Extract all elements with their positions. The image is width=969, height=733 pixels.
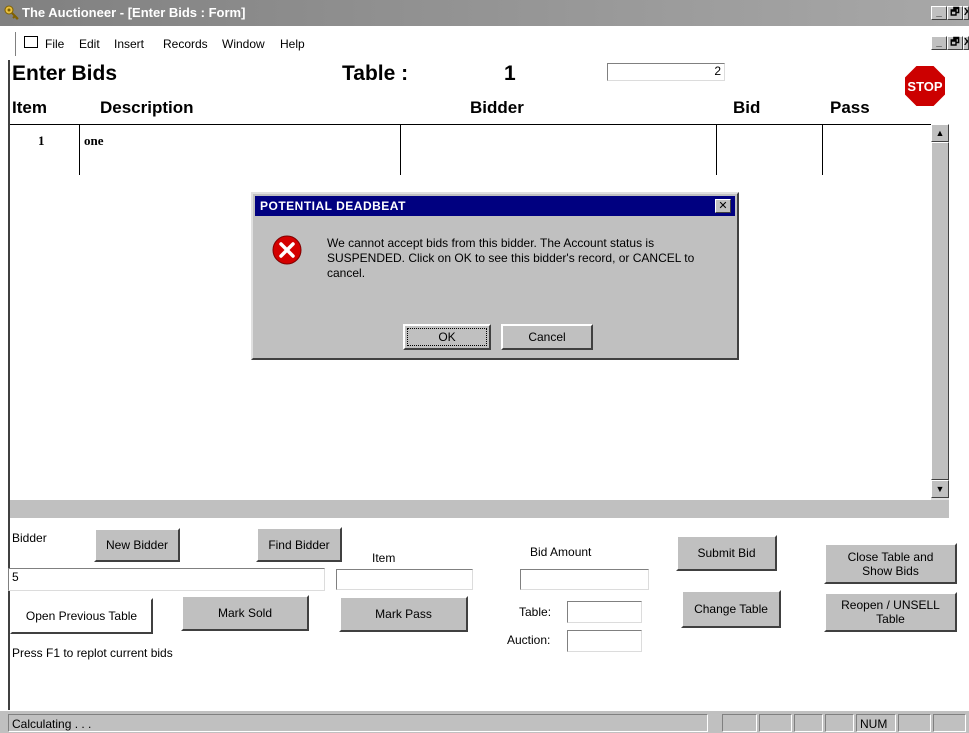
page-title: Enter Bids (12, 62, 118, 85)
cancel-button[interactable]: Cancel (501, 324, 593, 350)
menu-insert[interactable]: Insert (114, 37, 144, 51)
menu-records[interactable]: Records (163, 37, 208, 51)
mark-pass-button[interactable]: Mark Pass (339, 596, 468, 632)
open-previous-table-button[interactable]: Open Previous Table (10, 598, 153, 634)
status-bar: Calculating . . . NUM (0, 711, 969, 733)
error-icon (272, 235, 302, 265)
key-icon (4, 5, 19, 20)
status-panel-2 (759, 714, 792, 732)
column-header-bidder: Bidder (470, 98, 524, 117)
status-panel-1 (722, 714, 757, 732)
scroll-down-icon[interactable]: ▼ (931, 480, 949, 498)
bidder-field[interactable]: 5 (8, 568, 325, 591)
status-panel-4 (825, 714, 854, 732)
dialog-title: POTENTIAL DEADBEAT (260, 199, 406, 213)
table-field-label: Table: (519, 605, 552, 619)
mark-sold-button[interactable]: Mark Sold (181, 595, 309, 631)
scroll-thumb[interactable] (931, 142, 949, 480)
stop-sign-label: STOP (907, 79, 942, 94)
window-title-bar: The Auctioneer - [Enter Bids : Form] _ 🗗… (0, 0, 969, 26)
dialog-message: We cannot accept bids from this bidder. … (327, 236, 695, 280)
column-header-bid: Bid (733, 98, 761, 117)
ok-button[interactable]: OK (403, 324, 491, 350)
stop-sign-icon[interactable]: STOP (903, 64, 947, 108)
grid-scrollbar[interactable]: ▲ ▼ (931, 124, 949, 500)
grid-cell-description-text: one (84, 133, 104, 148)
status-message: Calculating . . . (8, 714, 708, 732)
bid-amount-label: Bid Amount (530, 545, 592, 559)
grid-footer-bar (10, 500, 949, 518)
bid-amount-field[interactable] (520, 569, 649, 590)
menu-file[interactable]: File (45, 37, 64, 51)
table-number: 1 (504, 62, 516, 85)
menu-window[interactable]: Window (222, 37, 265, 51)
item-field[interactable] (336, 569, 473, 590)
status-panel-3 (794, 714, 823, 732)
status-panel-6 (933, 714, 966, 732)
item-label: Item (372, 551, 396, 565)
doc-close-button[interactable]: X (963, 36, 969, 50)
bidder-label: Bidder (12, 531, 47, 545)
reopen-unsell-table-button[interactable]: Reopen / UNSELL Table (824, 592, 957, 632)
menu-edit[interactable]: Edit (79, 37, 100, 51)
dialog-title-bar: POTENTIAL DEADBEAT ✕ (255, 196, 735, 216)
status-num-indicator: NUM (856, 714, 896, 732)
menu-bar: File Edit Insert Records Window Help _ 🗗… (0, 26, 969, 60)
grid-cell-description[interactable]: one (80, 125, 401, 175)
column-header-item: Item (12, 98, 47, 117)
menu-grip (15, 32, 18, 56)
window-title: The Auctioneer - [Enter Bids : Form] (22, 5, 246, 20)
dialog-close-icon[interactable]: ✕ (715, 199, 731, 213)
column-header-pass: Pass (830, 98, 870, 117)
close-table-button[interactable]: Close Table and Show Bids (824, 543, 957, 584)
form-system-icon[interactable] (24, 36, 38, 48)
auction-field[interactable] (567, 630, 642, 652)
doc-restore-button[interactable]: 🗗 (947, 36, 963, 50)
submit-bid-button[interactable]: Submit Bid (676, 535, 777, 571)
change-table-button[interactable]: Change Table (681, 590, 781, 628)
table-label: Table : (342, 62, 409, 85)
grid-cell-bid[interactable] (717, 125, 823, 175)
close-button[interactable]: X (963, 6, 969, 20)
grid-cell-item[interactable]: 1 (10, 125, 80, 175)
menu-help[interactable]: Help (280, 37, 305, 51)
potential-deadbeat-dialog: POTENTIAL DEADBEAT ✕ We cannot accept bi… (251, 192, 739, 360)
help-hint: Press F1 to replot current bids (12, 646, 173, 660)
column-header-description: Description (100, 98, 194, 117)
restore-button[interactable]: 🗗 (947, 6, 963, 20)
table-number-field[interactable]: 2 (607, 63, 725, 81)
doc-minimize-button[interactable]: _ (931, 36, 947, 50)
grid-cell-item-text: 1 (38, 133, 45, 148)
scroll-up-icon[interactable]: ▲ (931, 124, 949, 142)
grid-cell-pass[interactable] (823, 125, 931, 175)
find-bidder-button[interactable]: Find Bidder (256, 527, 342, 562)
grid-cell-bidder[interactable] (401, 125, 717, 175)
minimize-button[interactable]: _ (931, 6, 947, 20)
table-field[interactable] (567, 601, 642, 623)
auction-field-label: Auction: (507, 633, 551, 647)
status-panel-5 (898, 714, 931, 732)
new-bidder-button[interactable]: New Bidder (94, 528, 180, 562)
